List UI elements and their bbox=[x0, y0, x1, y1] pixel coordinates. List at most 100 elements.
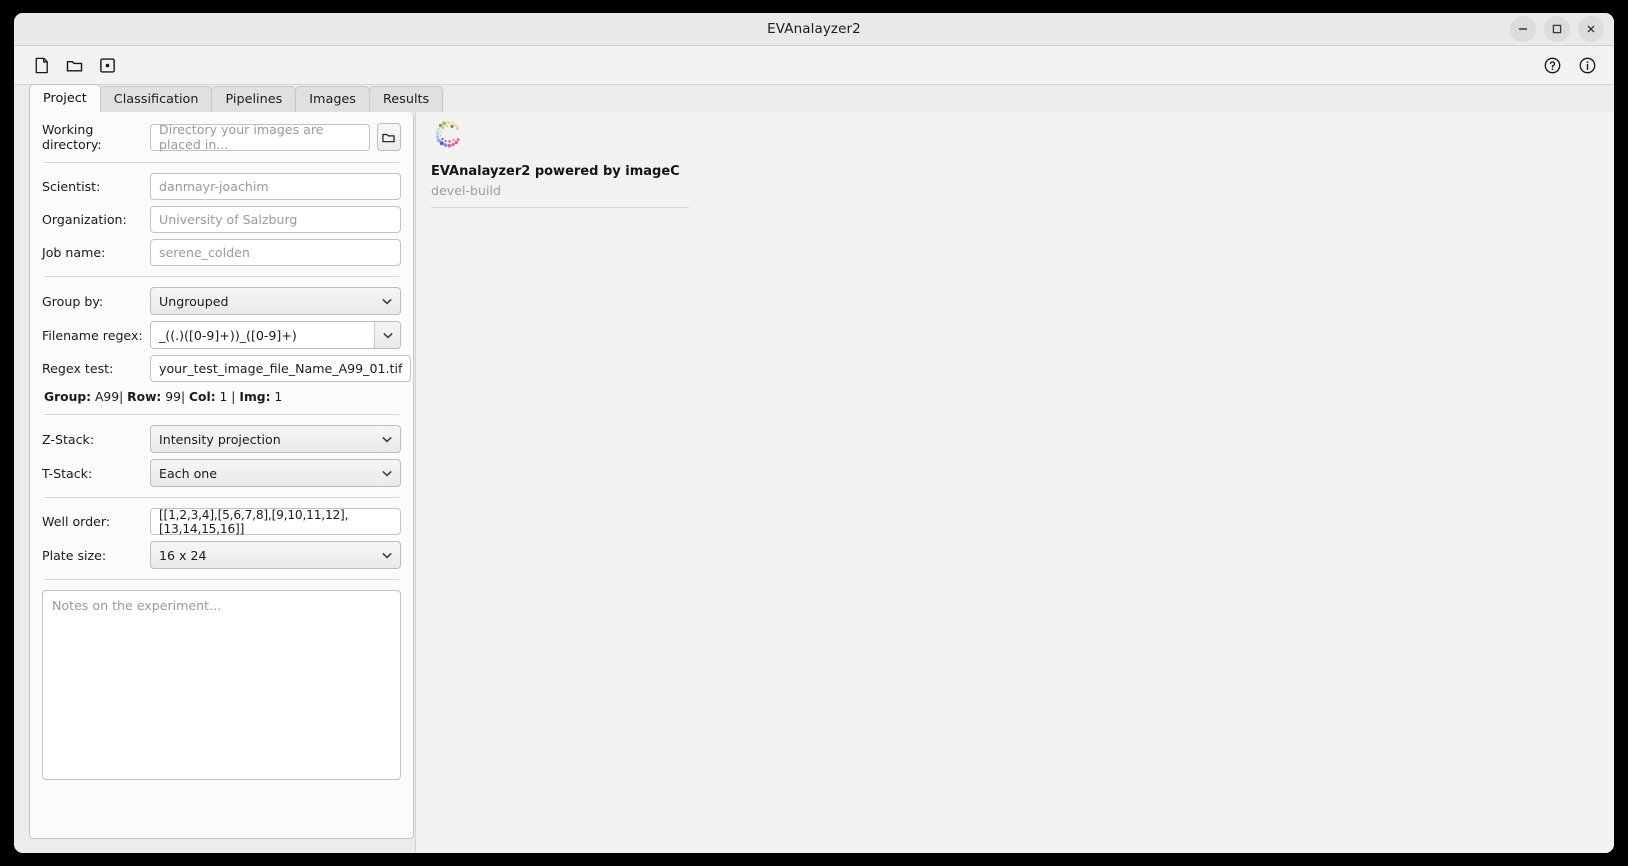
filename-regex-row: Filename regex: _((.)([0-9]+))_([0-9]+) bbox=[42, 321, 401, 350]
tab-label: Pipelines bbox=[225, 92, 283, 107]
group-by-label: Group by: bbox=[42, 293, 104, 309]
application-window: EVAnalayzer2 Project Classification Pipe… bbox=[14, 13, 1614, 853]
main-toolbar bbox=[14, 46, 1614, 85]
close-button[interactable] bbox=[1578, 16, 1604, 42]
job-name-row: Job name: serene_colden bbox=[42, 239, 401, 267]
filename-regex-dropdown-button[interactable] bbox=[374, 322, 400, 349]
imagec-dot-ring-logo bbox=[431, 118, 465, 152]
plate-size-value: 16 x 24 bbox=[159, 547, 207, 563]
group-by-select[interactable]: Ungrouped bbox=[150, 287, 401, 316]
title-bar: EVAnalayzer2 bbox=[14, 13, 1614, 46]
folder-icon bbox=[382, 133, 396, 142]
new-file-icon bbox=[35, 57, 48, 73]
folder-open-icon bbox=[66, 60, 82, 72]
scientist-label: Scientist: bbox=[42, 179, 101, 195]
info-panel: EVAnalayzer2 powered by imageC devel-bui… bbox=[415, 112, 1614, 853]
t-stack-value: Each one bbox=[159, 465, 218, 481]
about-subtitle: devel-build bbox=[431, 183, 501, 198]
z-stack-value: Intensity projection bbox=[159, 431, 281, 447]
scientist-input[interactable]: danmayr-joachim bbox=[150, 173, 401, 201]
content-area: Project Classification Pipelines Images … bbox=[14, 84, 1614, 853]
group-info-row-label: Row: bbox=[127, 390, 162, 405]
tab-images[interactable]: Images bbox=[295, 86, 370, 112]
about-divider bbox=[431, 207, 689, 208]
tab-project[interactable]: Project bbox=[29, 84, 101, 112]
filename-regex-combobox[interactable]: _((.)([0-9]+))_([0-9]+) bbox=[150, 321, 401, 350]
chevron-down-icon bbox=[382, 332, 393, 339]
divider-1 bbox=[44, 162, 399, 164]
save-project-button[interactable] bbox=[92, 50, 122, 80]
maximize-icon bbox=[1552, 24, 1562, 34]
tab-label: Results bbox=[382, 92, 430, 107]
about-title: EVAnalayzer2 powered by imageC bbox=[431, 164, 680, 179]
help-circle-icon bbox=[1544, 57, 1560, 73]
group-info-row-value: 99 bbox=[165, 390, 181, 405]
divider-2 bbox=[44, 276, 399, 278]
plate-size-label: Plate size: bbox=[42, 547, 107, 563]
panels-container: Working directory: Directory your images… bbox=[14, 112, 1614, 853]
job-name-label: Job name: bbox=[42, 245, 106, 261]
tab-label: Project bbox=[43, 91, 87, 106]
job-name-input[interactable]: serene_colden bbox=[150, 239, 401, 267]
chevron-down-icon bbox=[374, 298, 400, 305]
plate-size-select[interactable]: 16 x 24 bbox=[150, 541, 401, 570]
z-stack-select[interactable]: Intensity projection bbox=[150, 425, 401, 454]
minimize-button[interactable] bbox=[1510, 16, 1536, 42]
window-controls bbox=[1510, 13, 1604, 45]
organization-label: Organization: bbox=[42, 212, 127, 228]
notes-textarea[interactable]: Notes on the experiment... bbox=[42, 590, 401, 781]
maximize-button[interactable] bbox=[1544, 16, 1570, 42]
chevron-down-icon bbox=[374, 470, 400, 477]
group-info-col-label: Col: bbox=[189, 390, 216, 405]
chevron-down-icon bbox=[374, 436, 400, 443]
tab-classification[interactable]: Classification bbox=[99, 86, 213, 112]
filename-regex-input[interactable]: _((.)([0-9]+))_([0-9]+) bbox=[151, 322, 374, 349]
divider-4 bbox=[44, 497, 399, 499]
group-info-group-label: Group: bbox=[44, 390, 92, 405]
toolbar-right-group bbox=[1537, 50, 1602, 80]
z-stack-row: Z-Stack: Intensity projection bbox=[42, 425, 401, 454]
tab-label: Classification bbox=[113, 92, 199, 107]
chevron-down-icon bbox=[374, 552, 400, 559]
tab-pipelines[interactable]: Pipelines bbox=[211, 86, 297, 112]
filename-regex-label: Filename regex: bbox=[42, 327, 143, 343]
tab-bar: Project Classification Pipelines Images … bbox=[14, 84, 1614, 112]
regex-test-input[interactable]: your_test_image_file_Name_A99_01.tif bbox=[150, 355, 412, 383]
z-stack-label: Z-Stack: bbox=[42, 431, 95, 447]
toolbar-left-group bbox=[26, 50, 122, 80]
group-by-row: Group by: Ungrouped bbox=[42, 287, 401, 316]
t-stack-select[interactable]: Each one bbox=[150, 459, 401, 488]
save-icon bbox=[99, 57, 115, 73]
about-block: EVAnalayzer2 powered by imageC devel-bui… bbox=[431, 118, 701, 208]
tab-label: Images bbox=[309, 92, 356, 107]
organization-row: Organization: University of Salzburg bbox=[42, 206, 401, 234]
organization-input[interactable]: University of Salzburg bbox=[150, 206, 401, 234]
group-info-img-label: Img: bbox=[239, 390, 271, 405]
new-project-button[interactable] bbox=[26, 50, 56, 80]
tab-results[interactable]: Results bbox=[368, 86, 444, 112]
group-info-group-value: A99 bbox=[95, 390, 120, 405]
t-stack-row: T-Stack: Each one bbox=[42, 459, 401, 488]
info-circle-icon bbox=[1579, 57, 1595, 73]
close-icon bbox=[1587, 25, 1595, 33]
project-settings-panel: Working directory: Directory your images… bbox=[29, 112, 414, 839]
regex-test-label: Regex test: bbox=[42, 361, 114, 377]
well-order-label: Well order: bbox=[42, 514, 111, 530]
open-project-button[interactable] bbox=[59, 50, 89, 80]
info-button[interactable] bbox=[1572, 50, 1602, 80]
well-order-input[interactable]: [[1,2,3,4],[5,6,7,8],[9,10,11,12],[13,14… bbox=[150, 508, 401, 536]
well-order-row: Well order: [[1,2,3,4],[5,6,7,8],[9,10,1… bbox=[42, 508, 401, 536]
divider-3 bbox=[44, 414, 399, 416]
regex-match-result: Group: A99| Row: 99| Col: 1 | Img: 1 bbox=[42, 388, 401, 404]
scientist-row: Scientist: danmayr-joachim bbox=[42, 173, 401, 201]
minimize-icon bbox=[1519, 28, 1527, 30]
working-directory-input[interactable]: Directory your images are placed in... bbox=[150, 122, 370, 152]
browse-directory-button[interactable] bbox=[376, 123, 401, 152]
help-button[interactable] bbox=[1537, 50, 1567, 80]
group-by-value: Ungrouped bbox=[159, 293, 229, 309]
group-info-img-value: 1 bbox=[274, 390, 283, 405]
regex-test-row: Regex test: your_test_image_file_Name_A9… bbox=[42, 355, 412, 383]
window-title: EVAnalayzer2 bbox=[767, 21, 861, 37]
working-directory-label: Working directory: bbox=[42, 122, 102, 153]
divider-5 bbox=[44, 579, 399, 581]
